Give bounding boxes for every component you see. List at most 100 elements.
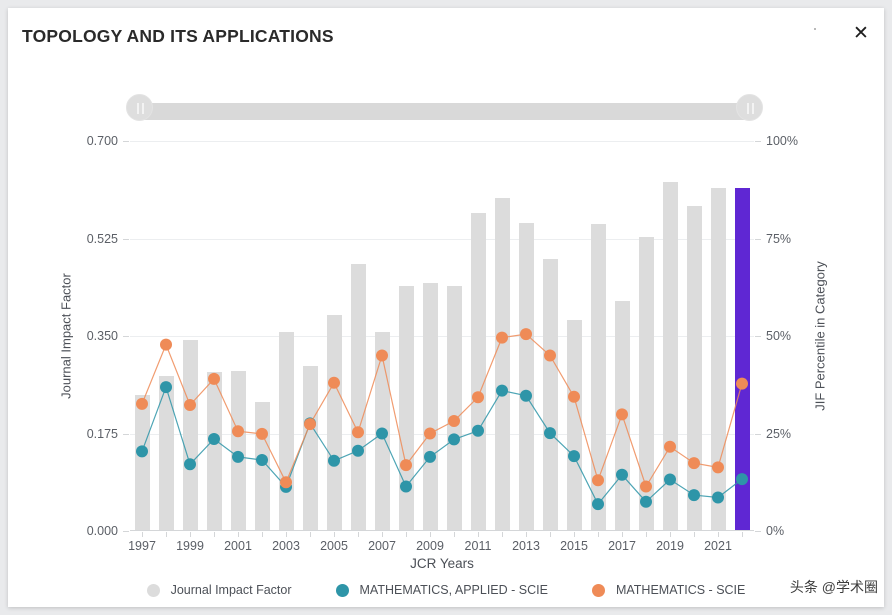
bar-2008[interactable] xyxy=(398,285,414,531)
page-title: TOPOLOGY AND ITS APPLICATIONS xyxy=(22,26,334,46)
x-axis-label: JCR Years xyxy=(410,556,474,571)
y-axis-label-left: Journal Impact Factor xyxy=(58,273,74,399)
y-tick-label-left: 0.000 xyxy=(86,524,118,538)
x-tick-label-2013: 2013 xyxy=(512,539,540,553)
y-tick-mark-left xyxy=(123,336,129,337)
x-tick-mark xyxy=(598,532,599,537)
y-axis-label-right: JIF Percentile in Category xyxy=(812,261,828,411)
bar-2006[interactable] xyxy=(350,263,366,531)
y-tick-label-right: 50% xyxy=(766,329,792,343)
modal-header: TOPOLOGY AND ITS APPLICATIONS ✕ xyxy=(8,8,884,70)
slider-handle-right[interactable] xyxy=(736,94,763,121)
x-tick-mark xyxy=(262,532,263,537)
circle-swatch-icon xyxy=(591,583,605,597)
x-tick-mark xyxy=(718,532,719,537)
bar-2003[interactable] xyxy=(278,332,294,531)
y-tick-label-left: 0.700 xyxy=(86,134,118,148)
x-tick-mark xyxy=(358,532,359,537)
x-tick-mark xyxy=(166,532,167,537)
x-tick-mark xyxy=(646,532,647,537)
x-tick-label-2011: 2011 xyxy=(464,539,492,553)
slider-track[interactable] xyxy=(138,103,751,120)
legend-item-2[interactable]: MATHEMATICS - SCIE xyxy=(591,583,745,597)
bar-2012[interactable] xyxy=(494,198,510,531)
bar-2021[interactable] xyxy=(710,188,726,531)
y-tick-mark-right xyxy=(755,336,761,337)
year-range-slider[interactable] xyxy=(126,94,763,128)
y-tick-mark-right xyxy=(755,531,761,532)
bar-2018[interactable] xyxy=(638,237,654,531)
bar-2009[interactable] xyxy=(422,283,438,531)
legend-item-0[interactable]: Journal Impact Factor xyxy=(146,583,292,597)
x-tick-label-2003: 2003 xyxy=(272,539,300,553)
x-tick-label-2007: 2007 xyxy=(368,539,396,553)
legend-item-1[interactable]: MATHEMATICS, APPLIED - SCIE xyxy=(335,583,548,597)
y-tick-mark-left xyxy=(123,238,129,240)
x-axis-baseline xyxy=(130,530,754,531)
bar-2019[interactable] xyxy=(662,182,678,531)
gridline xyxy=(130,238,754,240)
legend-label: Journal Impact Factor xyxy=(170,583,292,597)
bar-2005[interactable] xyxy=(326,314,342,531)
x-tick-mark xyxy=(502,532,503,537)
slider-handle-left[interactable] xyxy=(126,94,153,121)
bar-2007[interactable] xyxy=(374,331,390,531)
data-point[interactable] xyxy=(160,338,172,351)
bar-2013[interactable] xyxy=(518,223,534,531)
x-tick-mark xyxy=(526,532,527,537)
x-tick-label-2005: 2005 xyxy=(320,539,348,553)
x-tick-mark xyxy=(430,532,431,537)
jcr-trend-chart: Journal Impact Factor JIF Percentile in … xyxy=(8,128,884,607)
y-tick-label-right: 75% xyxy=(766,231,792,246)
plot-area: 0.000 0.175 0.350 0.525 0.700 0% 25% 50% 75% 100… xyxy=(87,134,798,553)
x-tick-label-2017: 2017 xyxy=(608,539,636,553)
x-tick-mark xyxy=(622,532,623,537)
y-tick-mark-left xyxy=(123,531,129,532)
x-tick-label-1997: 1997 xyxy=(128,539,156,553)
bar-1998[interactable] xyxy=(158,376,174,531)
x-tick-label-2015: 2015 xyxy=(560,539,588,553)
x-tick-label-2021: 2021 xyxy=(704,539,732,553)
x-tick-label-1999: 1999 xyxy=(176,539,204,553)
bar-2020[interactable] xyxy=(686,206,702,531)
x-tick-mark xyxy=(550,532,551,537)
bar-2022[interactable] xyxy=(734,188,750,531)
x-tick-mark xyxy=(334,532,335,537)
bar-2002[interactable] xyxy=(254,401,270,531)
bar-2016[interactable] xyxy=(590,224,606,531)
bar-2001[interactable] xyxy=(230,370,246,531)
bar-2000[interactable] xyxy=(206,371,222,531)
y-tick-mark-left xyxy=(123,433,129,435)
x-tick-mark xyxy=(382,532,383,537)
y-tick-mark-left xyxy=(123,141,129,142)
bar-2014[interactable] xyxy=(542,259,558,531)
x-tick-mark xyxy=(286,532,287,537)
y-tick-label-right: 0% xyxy=(766,524,785,538)
y-tick-mark-right xyxy=(755,238,761,240)
x-tick-mark xyxy=(454,532,455,537)
bar-2011[interactable] xyxy=(470,212,486,531)
bar-2017[interactable] xyxy=(614,301,630,531)
x-tick-mark xyxy=(742,532,743,537)
bar-1997[interactable] xyxy=(134,394,150,531)
y-tick-mark-right xyxy=(755,433,761,435)
y-tick-mark-right xyxy=(755,141,761,142)
bar-2015[interactable] xyxy=(566,320,582,531)
bar-2004[interactable] xyxy=(302,365,318,531)
x-tick-label-2001: 2001 xyxy=(224,539,252,553)
close-icon[interactable]: ✕ xyxy=(848,21,874,47)
y-tick-label-right: 25% xyxy=(766,426,792,441)
circle-swatch-icon xyxy=(335,583,349,597)
x-tick-mark xyxy=(190,532,191,537)
chart-legend: Journal Impact Factor MATHEMATICS, APPLIE… xyxy=(8,583,884,597)
watermark: 头条 @学术圈 xyxy=(790,577,878,597)
x-tick-mark xyxy=(238,532,239,537)
y-tick-label-left: 0.525 xyxy=(86,231,118,246)
watermark-text: 头条 @学术圈 xyxy=(789,579,878,595)
x-tick-mark xyxy=(214,532,215,537)
gridline xyxy=(130,433,754,435)
bar-1999[interactable] xyxy=(182,339,198,531)
bar-2010[interactable] xyxy=(446,285,462,531)
x-tick-mark xyxy=(310,532,311,537)
chart-modal: TOPOLOGY AND ITS APPLICATIONS ✕ Journal … xyxy=(8,8,884,607)
